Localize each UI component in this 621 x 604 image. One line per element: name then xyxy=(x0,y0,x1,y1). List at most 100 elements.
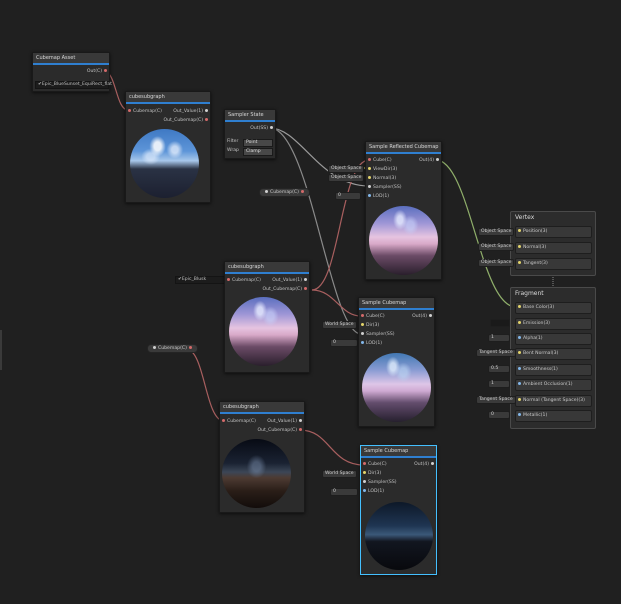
port-dot-icon[interactable] xyxy=(518,321,521,324)
port-dot-icon[interactable] xyxy=(205,118,208,121)
cubesubgraph-node[interactable]: cubesubgraph Cubemap(C) Out_Value(1) Out… xyxy=(219,401,305,513)
output-port-out[interactable]: Out(SS) xyxy=(250,125,275,132)
normal-space-param[interactable]: Tangent Space xyxy=(476,396,516,404)
port-dot-icon[interactable] xyxy=(222,419,225,422)
fragment-block-ambient-occlusion[interactable]: Ambient Occlusion(1) xyxy=(515,379,592,391)
ao-param[interactable]: 1 xyxy=(488,380,510,388)
sample-reflected-cubemap-node[interactable]: Sample Reflected Cubemap Cube(C) ViewDir… xyxy=(365,141,442,280)
dir-space-param[interactable]: World Space xyxy=(322,470,357,478)
input-port-sampler[interactable]: Sampler(SS) xyxy=(359,331,395,338)
output-port-out[interactable]: Out(4) xyxy=(414,461,436,468)
cubesubgraph-node[interactable]: cubesubgraph Cubemap(C) Out_Value(1) Out… xyxy=(224,261,310,373)
fragment-block-base-color[interactable]: Base Color(3) xyxy=(515,302,592,314)
vertex-block-normal[interactable]: Normal(3) xyxy=(515,242,592,254)
alpha-param[interactable]: 1 xyxy=(488,334,510,342)
port-dot-icon[interactable] xyxy=(300,190,304,193)
port-dot-icon[interactable] xyxy=(299,419,302,422)
port-dot-icon[interactable] xyxy=(363,480,366,483)
fragment-block-metallic[interactable]: Metallic(1) xyxy=(515,410,592,422)
vertex-block-tangent[interactable]: Tangent(3) xyxy=(515,258,592,270)
port-dot-icon[interactable] xyxy=(518,382,521,385)
port-dot-icon[interactable] xyxy=(518,367,521,370)
input-port-lod[interactable]: LOD(1) xyxy=(361,488,384,495)
output-port-cubemap[interactable]: Out_Cubemap(C) xyxy=(263,286,309,293)
port-dot-icon[interactable] xyxy=(518,229,521,232)
wrap-dropdown[interactable]: Clamp xyxy=(243,148,273,156)
input-port-lod[interactable]: LOD(1) xyxy=(366,193,389,200)
cubemap-asset-field[interactable]: ✔Epic_BlueSunset_EquiRect_flat xyxy=(35,81,112,89)
port-dot-icon[interactable] xyxy=(518,261,521,264)
port-dot-icon[interactable] xyxy=(518,351,521,354)
input-port-cubemap[interactable]: Cubemap(C) xyxy=(126,108,162,115)
metallic-param[interactable]: 0 xyxy=(488,411,510,419)
sampler-state-node[interactable]: Sampler State Out(SS) Filter Point Wrap … xyxy=(224,109,276,159)
cubemap-inline-asset[interactable]: ✔Epic_Blusk xyxy=(175,276,229,284)
sample-cubemap-node[interactable]: Sample Cubemap Cube(C) Dir(3) Sampler(SS… xyxy=(358,297,435,427)
output-port-value[interactable]: Out_Value(1) xyxy=(173,108,210,115)
port-dot-icon[interactable] xyxy=(431,462,434,465)
port-dot-icon[interactable] xyxy=(361,323,364,326)
port-dot-icon[interactable] xyxy=(104,69,107,72)
fragment-block-normal-tangent[interactable]: Normal (Tangent Space)(3) xyxy=(515,395,592,407)
port-dot-icon[interactable] xyxy=(518,305,521,308)
port-dot-icon[interactable] xyxy=(227,278,230,281)
input-port-cubemap[interactable]: Cubemap(C) xyxy=(225,277,261,284)
port-dot-icon[interactable] xyxy=(304,278,307,281)
cubemap-property-node[interactable]: Cubemap(C) xyxy=(147,344,198,353)
input-port-sampler[interactable]: Sampler(SS) xyxy=(361,479,397,486)
normal-space-param[interactable]: Object Space xyxy=(478,243,515,251)
port-dot-icon[interactable] xyxy=(518,245,521,248)
input-port-dir[interactable]: Dir(3) xyxy=(359,322,379,329)
sample-cubemap-node[interactable]: Sample Cubemap Cube(C) Dir(3) Sampler(SS… xyxy=(360,445,437,575)
output-port-out[interactable]: Out(4) xyxy=(412,313,434,320)
filter-dropdown[interactable]: Point xyxy=(243,139,273,147)
port-dot-icon[interactable] xyxy=(436,158,439,161)
port-dot-icon[interactable] xyxy=(304,287,307,290)
viewdir-space-param[interactable]: Object Space xyxy=(328,165,365,173)
fragment-block-alpha[interactable]: Alpha(1) xyxy=(515,333,592,345)
fragment-block-emission[interactable]: Emission(3) xyxy=(515,318,592,330)
cubemap-asset-node[interactable]: Cubemap Asset Out(C) ✔Epic_BlueSunset_Eq… xyxy=(32,52,112,92)
output-port-value[interactable]: Out_Value(1) xyxy=(272,277,309,284)
position-space-param[interactable]: Object Space xyxy=(478,228,515,236)
port-dot-icon[interactable] xyxy=(361,332,364,335)
smoothness-param[interactable]: 0.5 xyxy=(488,365,510,373)
output-port-out[interactable]: Out(C) xyxy=(87,68,109,75)
port-dot-icon[interactable] xyxy=(368,185,371,188)
input-port-cubemap[interactable]: Cubemap(C) xyxy=(220,418,256,425)
port-dot-icon[interactable] xyxy=(270,126,273,129)
tangent-space-param[interactable]: Object Space xyxy=(478,259,515,267)
input-port-viewdir[interactable]: ViewDir(3) xyxy=(366,166,397,173)
port-dot-icon[interactable] xyxy=(188,346,192,349)
port-dot-icon[interactable] xyxy=(368,194,371,197)
input-port-cube[interactable]: Cube(C) xyxy=(366,157,392,164)
port-dot-icon[interactable] xyxy=(368,158,371,161)
fragment-block-bent-normal[interactable]: Bent Normal(3) xyxy=(515,348,592,360)
input-port-normal[interactable]: Normal(3) xyxy=(366,175,396,182)
emission-color-param[interactable] xyxy=(490,319,510,327)
input-port-dir[interactable]: Dir(3) xyxy=(361,470,381,477)
port-dot-icon[interactable] xyxy=(299,428,302,431)
port-dot-icon[interactable] xyxy=(518,413,521,416)
output-port-cubemap[interactable]: Out_Cubemap(C) xyxy=(164,117,210,124)
port-dot-icon[interactable] xyxy=(363,462,366,465)
port-dot-icon[interactable] xyxy=(205,109,208,112)
cubesubgraph-node[interactable]: cubesubgraph Cubemap(C) Out_Value(1) Out… xyxy=(125,91,211,203)
vertex-context[interactable]: Vertex Position(3) Normal(3) Tangent(3) xyxy=(510,211,596,276)
lod-param[interactable]: 0 xyxy=(335,192,361,200)
port-dot-icon[interactable] xyxy=(361,314,364,317)
port-dot-icon[interactable] xyxy=(518,398,521,401)
fragment-context[interactable]: Fragment Base Color(3) Emission(3) Alpha… xyxy=(510,287,596,429)
input-port-cube[interactable]: Cube(C) xyxy=(361,461,387,468)
port-dot-icon[interactable] xyxy=(363,471,366,474)
fragment-block-smoothness[interactable]: Smoothness(1) xyxy=(515,364,592,376)
dir-space-param[interactable]: World Space xyxy=(322,321,357,329)
port-dot-icon[interactable] xyxy=(363,489,366,492)
input-port-cube[interactable]: Cube(C) xyxy=(359,313,385,320)
bent-normal-space-param[interactable]: Tangent Space xyxy=(476,349,516,357)
output-port-cubemap[interactable]: Out_Cubemap(C) xyxy=(258,427,304,434)
input-port-sampler[interactable]: Sampler(SS) xyxy=(366,184,402,191)
lod-param[interactable]: 0 xyxy=(330,339,358,347)
input-port-lod[interactable]: LOD(1) xyxy=(359,340,382,347)
vertex-block-position[interactable]: Position(3) xyxy=(515,226,592,238)
